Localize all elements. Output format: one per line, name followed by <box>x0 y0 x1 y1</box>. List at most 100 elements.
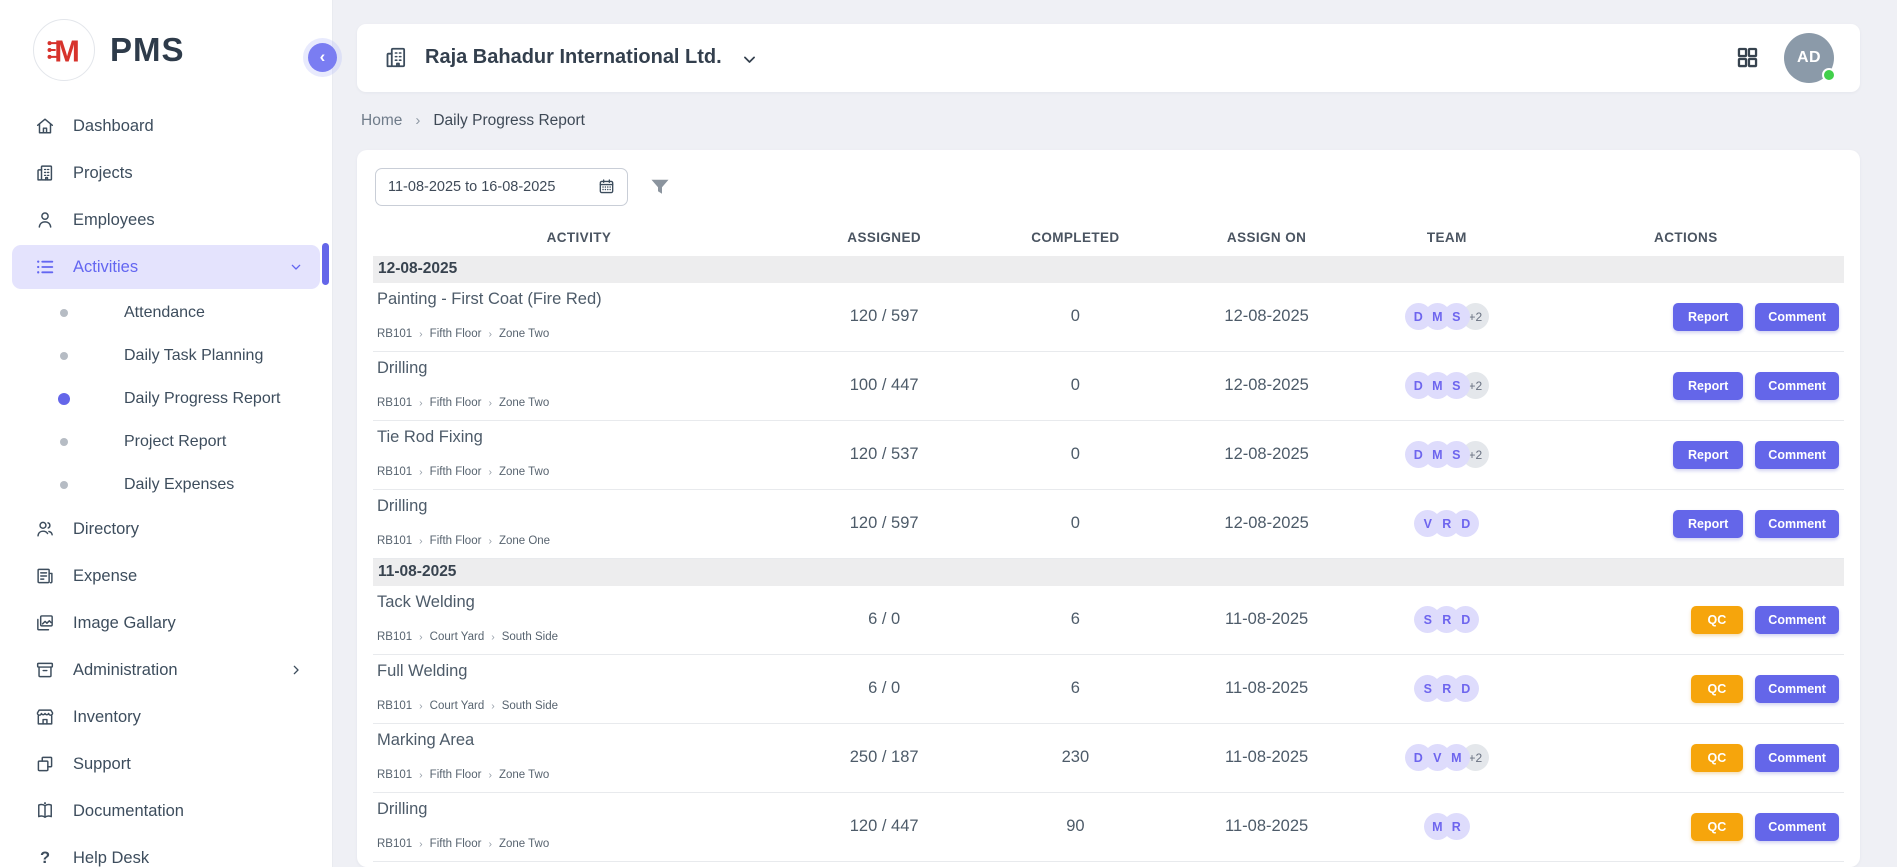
comment-button[interactable]: Comment <box>1755 303 1839 331</box>
column-header-team: TEAM <box>1366 230 1528 245</box>
table-row: Tie Rod Fixing RB101›Fifth Floor›Zone Tw… <box>373 421 1844 490</box>
completed-value: 0 <box>983 283 1167 351</box>
bullet-dot-icon <box>58 350 70 362</box>
sidebar-item-directory[interactable]: Directory <box>12 507 320 551</box>
date-range-input[interactable]: 11-08-2025 to 16-08-2025 <box>375 168 628 206</box>
sidebar-subitem-daily-expenses[interactable]: Daily Expenses <box>12 464 320 506</box>
activity-title: Drilling <box>377 359 427 378</box>
chevron-right-icon: › <box>419 328 423 340</box>
sidebar-subitem-daily-progress-report[interactable]: Daily Progress Report <box>12 378 320 420</box>
table-row: Full Welding RB101›Court Yard›South Side… <box>373 655 1844 724</box>
sidebar-item-dashboard[interactable]: Dashboard <box>12 104 320 148</box>
bullet-dot-icon <box>58 479 70 491</box>
table-header-row: ACTIVITYASSIGNEDCOMPLETEDASSIGN ONTEAMAC… <box>373 220 1844 256</box>
location-part: RB101 <box>377 466 412 478</box>
table-row: Tack Welding RB101›Court Yard›South Side… <box>373 586 1844 655</box>
sidebar-item-employees[interactable]: Employees <box>12 198 320 242</box>
chevron-right-icon: › <box>419 631 423 643</box>
chevron-right-icon: › <box>488 466 492 478</box>
breadcrumb-home-link[interactable]: Home <box>361 112 402 130</box>
filter-row: 11-08-2025 to 16-08-2025 <box>375 168 1844 206</box>
sidebar-item-image-gallary[interactable]: Image Gallary <box>12 601 320 645</box>
sidebar-item-label: Directory <box>73 520 139 539</box>
activity-title: Tie Rod Fixing <box>377 428 483 447</box>
bullet-dot-icon <box>58 436 70 448</box>
activity-location: RB101›Fifth Floor›Zone Two <box>377 397 549 409</box>
sidebar-item-projects[interactable]: Projects <box>12 151 320 195</box>
sidebar-item-label: Dashboard <box>73 117 154 136</box>
comment-button[interactable]: Comment <box>1755 675 1839 703</box>
chevron-right-icon: › <box>419 700 423 712</box>
filter-funnel-icon[interactable] <box>648 175 672 199</box>
sidebar-item-expense[interactable]: Expense <box>12 554 320 598</box>
sidebar-item-help-desk[interactable]: ?Help Desk <box>12 836 320 867</box>
location-part: Zone Two <box>499 328 549 340</box>
location-part: RB101 <box>377 535 412 547</box>
assign-on-date: 12-08-2025 <box>1167 490 1366 558</box>
sidebar-subitem-attendance[interactable]: Attendance <box>12 292 320 334</box>
sidebar-item-activities[interactable]: Activities <box>12 245 320 289</box>
comment-button[interactable]: Comment <box>1755 441 1839 469</box>
team-avatars: SRD <box>1366 586 1528 654</box>
location-part: Fifth Floor <box>430 769 482 781</box>
sidebar-subitem-project-report[interactable]: Project Report <box>12 421 320 463</box>
qc-button[interactable]: QC <box>1691 813 1744 841</box>
activity-cell: Tack Welding RB101›Court Yard›South Side <box>373 586 785 654</box>
chevron-right-icon: › <box>419 535 423 547</box>
list-icon <box>34 256 56 278</box>
activity-cell: Marking Area RB101›Fifth Floor›Zone Two <box>373 724 785 792</box>
sidebar-item-documentation[interactable]: Documentation <box>12 789 320 833</box>
completed-value: 0 <box>983 352 1167 420</box>
assigned-value: 120 / 447 <box>785 793 984 861</box>
assign-on-date: 12-08-2025 <box>1167 283 1366 351</box>
table-row: Painting - First Coat (Fire Red) RB101›F… <box>373 283 1844 352</box>
assign-on-date: 12-08-2025 <box>1167 421 1366 489</box>
assign-on-date: 11-08-2025 <box>1167 793 1366 861</box>
location-part: Fifth Floor <box>430 838 482 850</box>
comment-button[interactable]: Comment <box>1755 510 1839 538</box>
user-avatar[interactable]: AD <box>1784 33 1834 83</box>
column-header-completed: COMPLETED <box>983 230 1167 245</box>
assigned-value: 120 / 597 <box>785 490 984 558</box>
sidebar-subitem-label: Project Report <box>124 433 226 451</box>
report-button[interactable]: Report <box>1673 303 1743 331</box>
sidebar-item-administration[interactable]: Administration <box>12 648 320 692</box>
sidebar-subitem-label: Daily Progress Report <box>124 390 281 408</box>
team-avatars: DVM+2 <box>1366 724 1528 792</box>
report-button[interactable]: Report <box>1673 510 1743 538</box>
team-avatars: DMS+2 <box>1366 352 1528 420</box>
sidebar-item-inventory[interactable]: Inventory <box>12 695 320 739</box>
apps-grid-icon[interactable] <box>1735 45 1760 70</box>
activity-cell: Tie Rod Fixing RB101›Fifth Floor›Zone Tw… <box>373 421 785 489</box>
people-icon <box>34 518 56 540</box>
comment-button[interactable]: Comment <box>1755 372 1839 400</box>
comment-button[interactable]: Comment <box>1755 606 1839 634</box>
activity-cell: Drilling RB101›Fifth Floor›Zone One <box>373 490 785 558</box>
qc-button[interactable]: QC <box>1691 606 1744 634</box>
location-part: Fifth Floor <box>430 328 482 340</box>
app-root: M PMS DashboardProjectsEmployeesActiviti… <box>0 0 1897 867</box>
sidebar-subitem-daily-task-planning[interactable]: Daily Task Planning <box>12 335 320 377</box>
report-button[interactable]: Report <box>1673 372 1743 400</box>
comment-button[interactable]: Comment <box>1755 744 1839 772</box>
chevron-right-icon: › <box>491 700 495 712</box>
qc-button[interactable]: QC <box>1691 675 1744 703</box>
main-area: Raja Bahadur International Ltd. AD <box>333 0 1897 867</box>
completed-value: 0 <box>983 490 1167 558</box>
report-button[interactable]: Report <box>1673 441 1743 469</box>
activity-title: Drilling <box>377 800 427 819</box>
comment-button[interactable]: Comment <box>1755 813 1839 841</box>
assigned-value: 6 / 0 <box>785 586 984 654</box>
activity-location: RB101›Fifth Floor›Zone Two <box>377 328 549 340</box>
sidebar-item-support[interactable]: Support <box>12 742 320 786</box>
svg-text:?: ? <box>40 849 50 867</box>
assign-on-date: 11-08-2025 <box>1167 655 1366 723</box>
table-row: Drilling RB101›Fifth Floor›Zone Two 100 … <box>373 352 1844 421</box>
sidebar-item-label: Expense <box>73 567 137 586</box>
assign-on-date: 11-08-2025 <box>1167 586 1366 654</box>
company-selector[interactable]: Raja Bahadur International Ltd. <box>383 44 758 71</box>
qc-button[interactable]: QC <box>1691 744 1744 772</box>
actions-cell: QC Comment <box>1528 586 1844 654</box>
chevron-right-icon: › <box>419 769 423 781</box>
sidebar-collapse-button[interactable]: ‹ <box>308 43 337 72</box>
